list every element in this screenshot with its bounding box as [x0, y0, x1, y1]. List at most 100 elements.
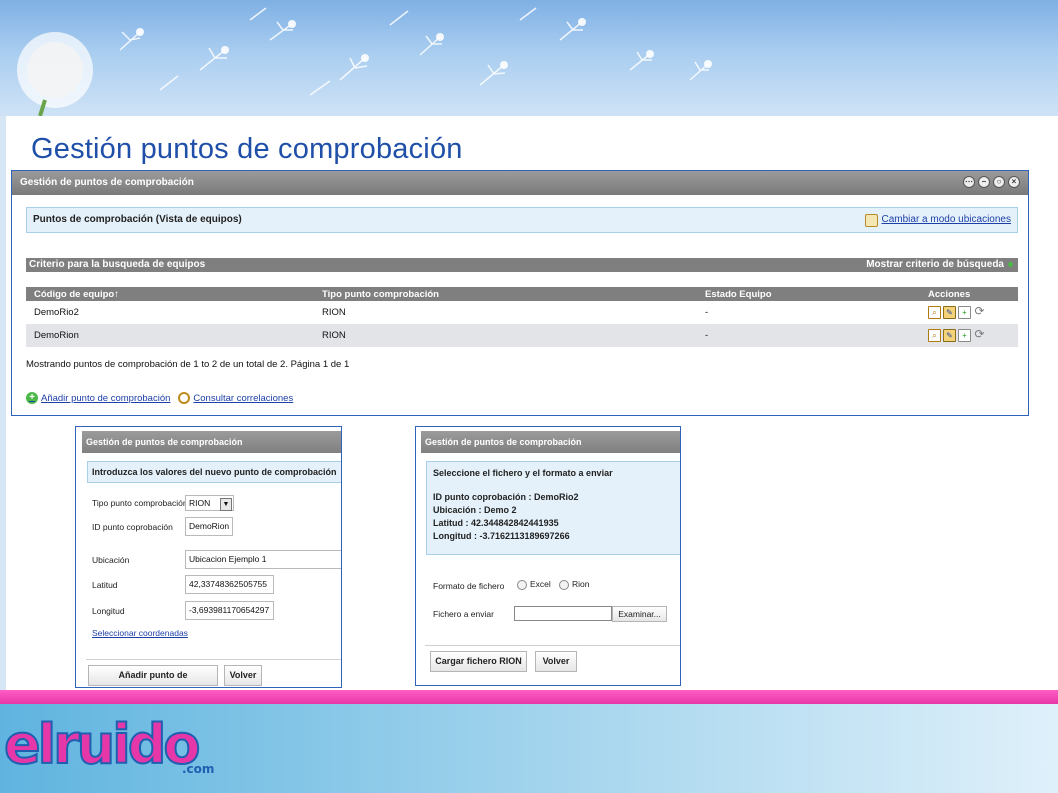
cell-tipo: RION [314, 301, 697, 324]
format-option-excel[interactable]: Excel [517, 579, 551, 590]
file-input[interactable] [514, 606, 612, 621]
upload-panel-header: Gestión de puntos de comprobación [421, 431, 680, 453]
minimize-icon[interactable]: – [978, 176, 990, 188]
latitud-label: Latitud [92, 580, 118, 590]
view-title: Puntos de comprobación (Vista de equipos… [33, 214, 242, 225]
longitud-input[interactable]: -3,693981170654297 [185, 601, 274, 620]
row-actions: ⌕ ✎ + ⟳ [928, 305, 1018, 319]
portlet-header: Gestión de puntos de comprobación ⋯ – ○ … [12, 171, 1028, 195]
table-row: DemoRio2 RION - ⌕ ✎ + ⟳ [26, 301, 1018, 324]
id-line: ID punto coprobación : DemoRio2 [433, 492, 579, 502]
equipment-table: Código de equipo↑ Tipo punto comprobació… [26, 287, 1018, 347]
add-point-label: Añadir punto de comprobación [41, 392, 171, 404]
add-circle-icon: + [26, 392, 38, 404]
edit-icon[interactable]: ✎ [943, 306, 956, 319]
switch-mode-label: Cambiar a modo ubicaciones [881, 214, 1011, 225]
cell-tipo: RION [314, 324, 697, 347]
add-panel-intro: Introduzca los valores del nuevo punto d… [87, 461, 341, 483]
upload-rion-button[interactable]: Cargar fichero RION [430, 651, 527, 672]
upload-file-panel: Gestión de puntos de comprobación Selecc… [415, 426, 681, 686]
logo-wordmark: elruido [3, 712, 201, 777]
logo-suffix: .com [182, 762, 215, 776]
cell-acciones: ⌕ ✎ + ⟳ [920, 324, 1018, 347]
pink-stripe [0, 690, 1058, 704]
browse-button[interactable]: Examinar... [612, 606, 667, 622]
latitud-line: Latitud : 42.344842842441935 [433, 518, 559, 528]
main-portlet: Gestión de puntos de comprobación ⋯ – ○ … [11, 170, 1029, 416]
show-criteria-label: Mostrar criterio de búsqueda [866, 259, 1004, 270]
edit-icon[interactable]: ✎ [943, 329, 956, 342]
refresh-icon[interactable]: ⟳ [973, 328, 986, 342]
id-input[interactable]: DemoRion [185, 517, 233, 536]
magnifier-icon [178, 392, 191, 404]
upload-content: Gestión de puntos de comprobación Selecc… [421, 431, 680, 685]
table-header-row: Código de equipo↑ Tipo punto comprobació… [26, 287, 1018, 301]
back-button[interactable]: Volver [224, 665, 262, 686]
format-option-rion[interactable]: Rion [559, 579, 589, 590]
expand-dot-icon [1008, 261, 1013, 267]
view-icon[interactable]: ⌕ [928, 329, 941, 342]
portlet-title: Gestión de puntos de comprobación [20, 177, 194, 188]
add-document-icon[interactable]: + [958, 306, 971, 319]
options-icon[interactable]: ⋯ [963, 176, 975, 188]
cell-estado: - [697, 324, 920, 347]
radio-icon [559, 579, 569, 590]
cell-estado: - [697, 301, 920, 324]
slide-title: Gestión puntos de comprobación [31, 133, 463, 165]
row-actions: ⌕ ✎ + ⟳ [928, 328, 1018, 342]
refresh-icon[interactable]: ⟳ [973, 305, 986, 319]
radio-icon [517, 579, 527, 590]
dandelion-illustration [17, 7, 712, 116]
ubicacion-label: Ubicación [92, 555, 130, 565]
longitud-line: Longitud : -3.7162113189697266 [433, 531, 570, 541]
upload-intro: Seleccione el fichero y el formato a env… [433, 468, 613, 478]
format-label: Formato de fichero [433, 581, 505, 591]
ubicacion-line: Ubicación : Demo 2 [433, 505, 517, 515]
divider [425, 645, 680, 646]
criteria-title: Criterio para la busqueda de equipos [29, 259, 206, 270]
add-panel-header: Gestión de puntos de comprobación [82, 431, 341, 453]
bottom-links: + Añadir punto de comprobación Consultar… [26, 392, 293, 404]
id-label: ID punto coprobación [92, 522, 173, 532]
table-row: DemoRion RION - ⌕ ✎ + ⟳ [26, 324, 1018, 347]
select-coords-link[interactable]: Seleccionar coordenadas [92, 628, 188, 638]
view-title-box: Puntos de comprobación (Vista de equipos… [26, 207, 1018, 233]
column-header-tipo: Tipo punto comprobación [314, 287, 697, 301]
switch-mode-link[interactable]: Cambiar a modo ubicaciones [865, 208, 1011, 232]
view-icon[interactable]: ⌕ [928, 306, 941, 319]
slide: Gestión puntos de comprobación Gestión d… [0, 0, 1058, 793]
add-point-content: Gestión de puntos de comprobación Introd… [82, 431, 341, 687]
chevron-down-icon: ▼ [220, 498, 232, 511]
tipo-label: Tipo punto comprobación [92, 498, 188, 508]
header-banner [0, 0, 1058, 116]
back-button[interactable]: Volver [535, 651, 577, 672]
rion-label: Rion [572, 579, 590, 589]
search-criteria-bar: Criterio para la busqueda de equipos Mos… [26, 258, 1018, 272]
latitud-input[interactable]: 42,33748362505755 [185, 575, 274, 594]
ubicacion-input[interactable]: Ubicacion Ejemplo 1 [185, 550, 341, 569]
add-point-link[interactable]: + Añadir punto de comprobación [26, 392, 170, 404]
pagination-summary: Mostrando puntos de comprobación de 1 to… [26, 359, 350, 370]
elruido-logo: elruido .com [3, 706, 234, 792]
maximize-icon[interactable]: ○ [993, 176, 1005, 188]
query-correlations-label: Consultar correlaciones [193, 392, 294, 404]
column-header-codigo[interactable]: Código de equipo↑ [26, 287, 314, 301]
query-correlations-link[interactable]: Consultar correlaciones [178, 392, 293, 404]
cell-acciones: ⌕ ✎ + ⟳ [920, 301, 1018, 324]
add-point-button[interactable]: Añadir punto de comprobación [88, 665, 218, 686]
show-criteria-toggle[interactable]: Mostrar criterio de búsqueda [866, 258, 1013, 272]
cell-codigo: DemoRio2 [26, 301, 314, 324]
close-icon[interactable]: × [1008, 176, 1020, 188]
longitud-label: Longitud [92, 606, 125, 616]
add-point-panel: Gestión de puntos de comprobación Introd… [75, 426, 342, 688]
upload-info-box: Seleccione el fichero y el formato a env… [426, 461, 680, 555]
tipo-select[interactable]: RION ▼ [185, 495, 234, 511]
cell-codigo: DemoRion [26, 324, 314, 347]
window-controls: ⋯ – ○ × [963, 176, 1020, 188]
divider [86, 659, 341, 660]
excel-label: Excel [530, 579, 551, 589]
column-header-estado: Estado Equipo [697, 287, 920, 301]
file-label: Fichero a enviar [433, 609, 494, 619]
left-rule [0, 116, 6, 690]
add-document-icon[interactable]: + [958, 329, 971, 342]
